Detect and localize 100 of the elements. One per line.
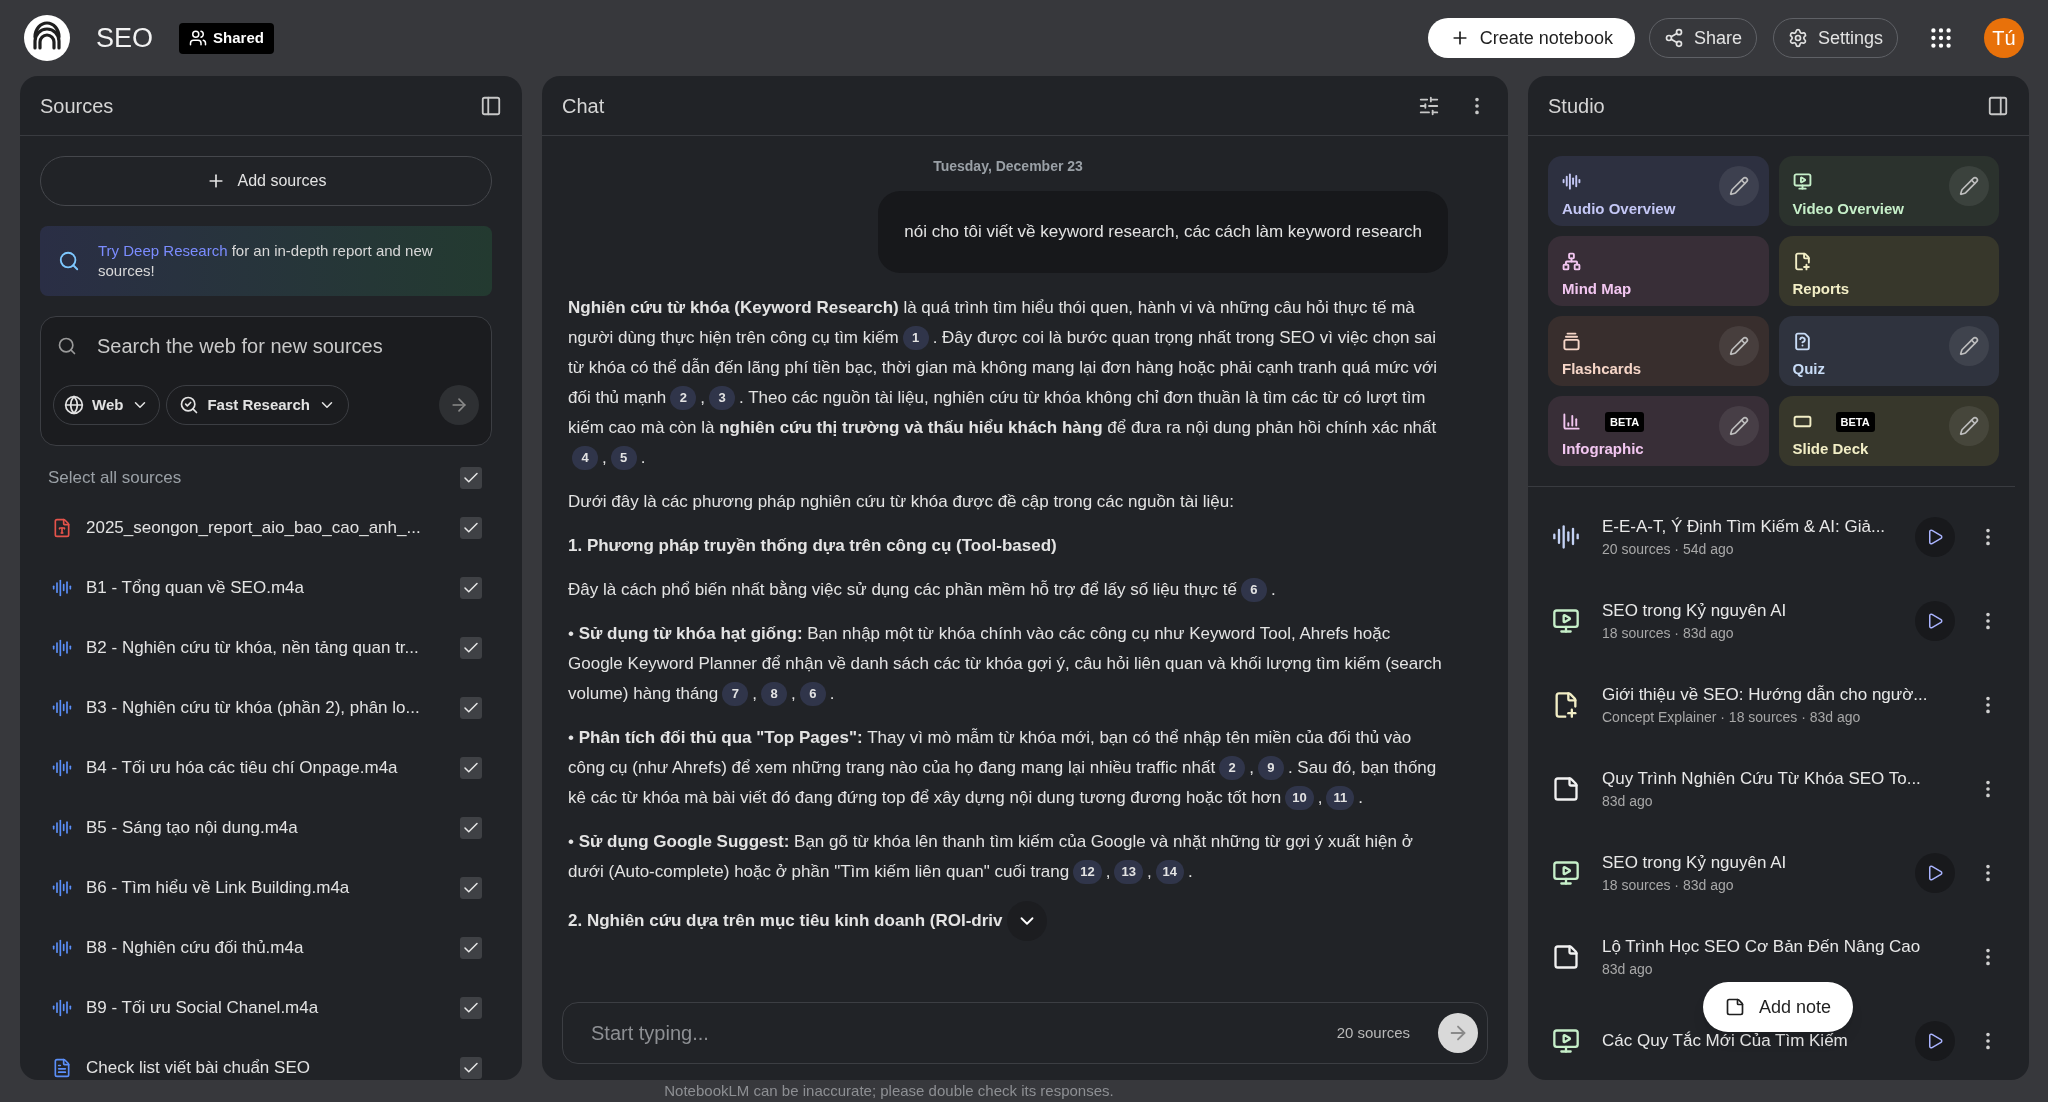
tool-label: Reports (1792, 278, 1851, 299)
panel-title: Studio (1548, 93, 1605, 119)
checkbox[interactable] (460, 577, 482, 599)
citation-chip[interactable]: 2 (1219, 756, 1246, 780)
apps-grid-icon[interactable] (1928, 25, 1954, 51)
sliders-icon[interactable] (1418, 94, 1440, 117)
search-icon (57, 336, 77, 356)
checkbox[interactable] (460, 757, 482, 779)
source-item[interactable]: B3 - Nghiên cứu từ khóa (phần 2), phân lo... (40, 678, 492, 738)
checkbox[interactable] (460, 517, 482, 539)
beta-badge: BETA (1835, 411, 1875, 432)
note-title[interactable]: E-E-A-T, Ý Định Tìm Kiếm & AI: Giả... (1602, 513, 1893, 540)
logo-icon[interactable] (24, 15, 70, 61)
studio-tool-card[interactable]: Flashcards (1548, 316, 1769, 386)
edit-button[interactable] (1949, 326, 1989, 366)
citation-chip[interactable]: 14 (1155, 860, 1185, 884)
add-sources-button[interactable]: Add sources (40, 156, 492, 206)
citation-chip[interactable]: 13 (1114, 860, 1143, 884)
edit-button[interactable] (1718, 166, 1759, 206)
source-item[interactable]: B8 - Nghiên cứu đối thủ.m4a (40, 918, 492, 978)
note-meta: 83d ago (1602, 960, 1654, 980)
send-button[interactable] (1438, 1013, 1478, 1053)
magnifier-icon (58, 250, 80, 272)
search-field[interactable]: Search the web for new sources (97, 331, 475, 361)
checkbox[interactable] (460, 697, 482, 719)
checkbox[interactable] (460, 637, 482, 659)
citation-chip[interactable]: 6 (799, 682, 826, 706)
source-item[interactable]: B6 - Tìm hiểu về Link Building.m4a (40, 858, 492, 918)
source-item[interactable]: 2025_seongon_report_aio_bao_cao_anh_... (40, 498, 492, 558)
source-name: B4 - Tối ưu hóa các tiêu chí Onpage.m4a (86, 757, 399, 780)
deep-research-link[interactable]: Try Deep Research (98, 242, 228, 259)
chat-date: Tuesday, December 23 (933, 157, 1083, 176)
citation-chip[interactable]: 1 (902, 326, 929, 350)
checkbox[interactable] (460, 997, 482, 1019)
edit-button[interactable] (1718, 326, 1759, 366)
studio-tool-card[interactable]: Audio Overview (1548, 156, 1769, 226)
edit-button[interactable] (1949, 406, 1989, 446)
citation-chip[interactable]: 12 (1073, 860, 1102, 884)
chat-paragraph: • Phân tích đối thủ qua "Top Pages": Thay vì mò mẫm từ khóa mới, bạn có thể nhập tên miền của đối thủ vào công cụ (như Ahrefs) để xem những trang nào của họ đang mang lại nhiều traffic nhất 2 , 9 . Sau đó, bạn thống kê các từ khóa mà bài viết đó đang đứng top để xây dựng nội dung tương đương hoặc tốt hơn 10 , 11 . (568, 722, 1448, 813)
play-button[interactable] (1915, 1021, 1955, 1061)
play-button[interactable] (1915, 853, 1955, 893)
submit-button[interactable] (439, 385, 479, 425)
source-name: B1 - Tổng quan về SEO.m4a (86, 577, 305, 600)
citation-chip[interactable]: 7 (722, 682, 749, 706)
panel-toggle-icon[interactable] (1987, 94, 2009, 117)
source-item[interactable]: B2 - Nghiên cứu từ khóa, nền tảng quan tr... (40, 618, 492, 678)
studio-tool-card[interactable]: Reports (1778, 236, 1999, 306)
chat-paragraph: • Sử dụng Google Suggest: Bạn gõ từ khóa lên thanh tìm kiếm của Google và nhặt những từ gợi ý xuất hiện ở dưới (Auto-complete) hoặc ở phần "Tìm kiếm liên quan" cuối trang 12 , 13 , 14 . (568, 826, 1448, 887)
studio-tool-card[interactable]: BETA Slide Deck (1778, 396, 1999, 466)
play-screen-icon (1552, 1027, 1580, 1055)
note-title[interactable]: Lộ Trình Học SEO Cơ Bản Đến Nâng Cao (1602, 933, 1955, 960)
checkbox[interactable] (460, 877, 482, 899)
play-icon (1926, 1032, 1944, 1050)
note-icon (1552, 775, 1580, 803)
play-icon (1926, 612, 1944, 630)
note-meta: 18 sources · 83d ago (1602, 876, 1735, 896)
note-title[interactable]: Quy Trình Nghiên Cứu Từ Khóa SEO To... (1602, 765, 1955, 792)
citation-chip[interactable]: 10 (1285, 786, 1314, 810)
select-all-label: Select all sources (48, 467, 182, 490)
source-item[interactable]: B4 - Tối ưu hóa các tiêu chí Onpage.m4a (40, 738, 492, 798)
edit-button[interactable] (1949, 166, 1989, 206)
citation-chip[interactable]: 2 (670, 386, 697, 410)
studio-tool-card[interactable]: Mind Map (1548, 236, 1769, 306)
add-note-button[interactable]: Add note (1703, 982, 1854, 1032)
note-title[interactable]: SEO trong Kỷ nguyên AI (1602, 597, 1893, 624)
tool-label: Infographic (1562, 438, 1645, 459)
checkbox[interactable] (460, 937, 482, 959)
source-item[interactable]: B9 - Tối ưu Social Chanel.m4a (40, 978, 492, 1038)
note-title[interactable]: Giới thiệu về SEO: Hướng dẫn cho ngườ... (1602, 681, 1955, 708)
citation-chip[interactable]: 8 (761, 682, 787, 706)
checkbox[interactable] (460, 1057, 482, 1079)
note-title[interactable]: SEO trong Kỷ nguyên AI (1602, 849, 1893, 876)
play-button[interactable] (1915, 601, 1955, 641)
source-name: Check list viết bài chuẩn SEO (86, 1057, 311, 1080)
studio-tool-card[interactable]: Quiz (1778, 316, 1999, 386)
citation-chip[interactable]: 6 (1240, 578, 1267, 602)
studio-tool-card[interactable]: Video Overview (1778, 156, 1999, 226)
play-icon (1926, 864, 1944, 882)
studio-tool-card[interactable]: BETA Infographic (1548, 396, 1769, 466)
source-item[interactable]: B1 - Tổng quan về SEO.m4a (40, 558, 492, 618)
source-item[interactable]: Check list viết bài chuẩn SEO (40, 1038, 492, 1080)
checkbox[interactable] (460, 817, 482, 839)
tool-label: Quiz (1792, 358, 1826, 379)
play-button[interactable] (1915, 517, 1955, 557)
citation-chip[interactable]: 11 (1326, 786, 1355, 810)
checkbox[interactable] (460, 467, 482, 489)
create-notebook-button[interactable]: Create notebook (1427, 18, 1635, 58)
citation-chip[interactable]: 5 (610, 446, 637, 470)
play-screen-icon (1552, 859, 1580, 887)
citation-chip[interactable]: 4 (572, 446, 598, 470)
sound-wave-icon (52, 758, 72, 778)
notebook-title[interactable]: SEO (96, 17, 154, 59)
section-heading: 2. Nghiên cứu dựa trên mục tiêu kinh doanh (ROI-driv (568, 909, 1003, 932)
disclaimer-text: NotebookLM can be inaccurate; please double check its responses. (664, 1081, 1114, 1101)
citation-chip[interactable]: 3 (709, 386, 736, 410)
panel-toggle-icon[interactable] (480, 94, 502, 117)
edit-button[interactable] (1718, 406, 1759, 446)
source-item[interactable]: B5 - Sáng tạo nội dung.m4a (40, 798, 492, 858)
citation-chip[interactable]: 9 (1257, 756, 1284, 780)
source-name: B6 - Tìm hiểu về Link Building.m4a (86, 877, 351, 900)
